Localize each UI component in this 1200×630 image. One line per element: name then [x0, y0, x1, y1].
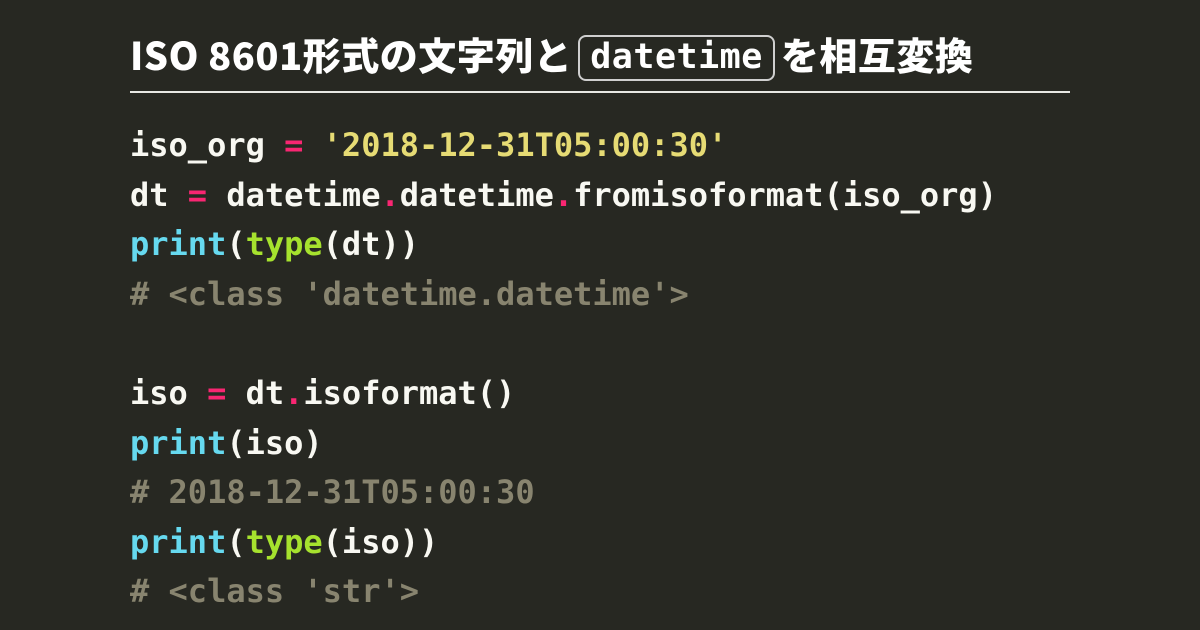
code-token: iso_org	[843, 176, 978, 214]
code-token: .	[554, 176, 573, 214]
title-prefix: ISO 8601形式の文字列と	[130, 26, 572, 81]
code-token: print	[130, 225, 226, 263]
code-token: (	[323, 225, 342, 263]
code-line: print(type(iso))	[130, 518, 1070, 568]
code-token: =	[284, 126, 303, 164]
code-token: )	[400, 523, 419, 561]
page: ISO 8601形式の文字列とdatetimeを相互変換 iso_org = '…	[0, 0, 1200, 617]
code-token: # <class 'datetime.datetime'>	[130, 275, 689, 313]
code-line: # 2018-12-31T05:00:30	[130, 468, 1070, 518]
code-token: dt	[342, 225, 381, 263]
code-token: (	[323, 523, 342, 561]
code-token: (	[226, 523, 245, 561]
code-line: # <class 'str'>	[130, 567, 1070, 617]
code-token: )	[400, 225, 419, 263]
code-token: (	[226, 424, 245, 462]
code-token: iso	[246, 424, 304, 462]
code-token: .	[380, 176, 399, 214]
code-line	[130, 319, 1070, 369]
code-token: '2018-12-31T05:00:30'	[323, 126, 728, 164]
code-token: type	[246, 523, 323, 561]
code-token: type	[246, 225, 323, 263]
code-line: print(type(dt))	[130, 220, 1070, 270]
code-token: # <class 'str'>	[130, 572, 419, 610]
code-token: iso_org	[130, 126, 284, 164]
code-token: =	[207, 374, 226, 412]
page-title: ISO 8601形式の文字列とdatetimeを相互変換	[130, 26, 1070, 93]
code-token: dt	[130, 176, 188, 214]
code-token: datetime	[207, 176, 380, 214]
code-token: iso	[342, 523, 400, 561]
code-token: )	[380, 225, 399, 263]
code-token: )	[978, 176, 997, 214]
code-token: iso	[130, 374, 207, 412]
code-line: iso_org = '2018-12-31T05:00:30'	[130, 121, 1070, 171]
code-token: dt	[226, 374, 284, 412]
code-token: =	[188, 176, 207, 214]
code-token: ()	[477, 374, 516, 412]
code-token: isoformat	[303, 374, 476, 412]
code-token: print	[130, 523, 226, 561]
code-token: print	[130, 424, 226, 462]
code-token	[303, 126, 322, 164]
code-token: .	[284, 374, 303, 412]
code-token: datetime	[400, 176, 554, 214]
code-token: )	[303, 424, 322, 462]
code-token: (	[824, 176, 843, 214]
title-suffix: を相互変換	[781, 26, 974, 81]
code-line: iso = dt.isoformat()	[130, 369, 1070, 419]
code-token: # 2018-12-31T05:00:30	[130, 473, 535, 511]
code-line: # <class 'datetime.datetime'>	[130, 270, 1070, 320]
code-token: )	[419, 523, 438, 561]
code-block: iso_org = '2018-12-31T05:00:30'dt = date…	[130, 121, 1070, 617]
code-line: print(iso)	[130, 419, 1070, 469]
code-token: fromisoformat	[573, 176, 823, 214]
code-line: dt = datetime.datetime.fromisoformat(iso…	[130, 171, 1070, 221]
code-token: (	[226, 225, 245, 263]
title-keyword: datetime	[578, 35, 775, 81]
